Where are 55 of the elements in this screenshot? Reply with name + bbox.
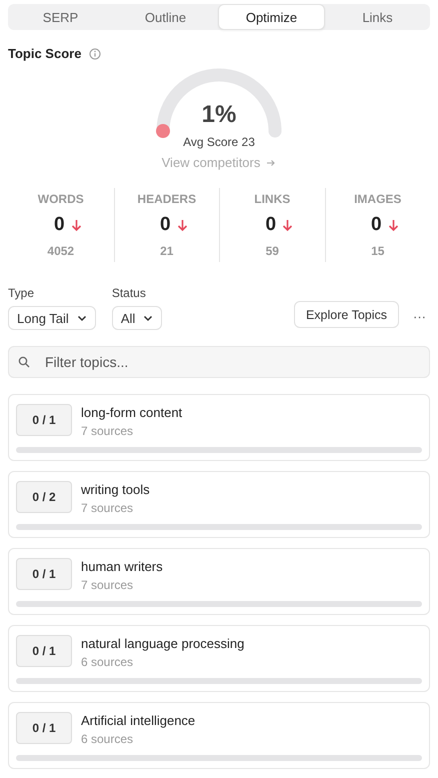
stat-target: 4052 xyxy=(47,244,74,258)
topic-card[interactable]: 0 / 2 writing tools 7 sources xyxy=(8,471,430,538)
stat-value: 0 xyxy=(370,214,382,236)
arrow-down-icon xyxy=(282,218,294,232)
stat-label: IMAGES xyxy=(354,192,402,206)
topic-sources: 7 sources xyxy=(81,578,134,592)
avg-score: Avg Score 23 xyxy=(183,135,255,149)
topic-count: 0 / 1 xyxy=(16,712,72,744)
topic-count: 0 / 1 xyxy=(16,558,72,590)
arrow-down-icon xyxy=(70,218,82,232)
arrow-down-icon xyxy=(388,218,399,232)
stat-value: 0 xyxy=(54,214,65,236)
stat-target: 59 xyxy=(266,244,279,258)
tab[interactable]: Outline xyxy=(113,4,218,30)
tab[interactable]: Optimize xyxy=(218,4,325,30)
stat-target: 15 xyxy=(371,244,384,258)
tab[interactable]: SERP xyxy=(8,4,113,30)
section-title: Topic Score xyxy=(8,46,82,61)
topic-count: 0 / 2 xyxy=(16,481,72,513)
explore-topics-button[interactable]: Explore Topics xyxy=(294,301,399,328)
chevron-down-icon xyxy=(76,314,87,322)
arrow-right-icon xyxy=(266,158,276,168)
search-field[interactable]: Filter topics... xyxy=(8,346,430,378)
arrow-down-icon xyxy=(176,218,188,232)
filter-label: Type xyxy=(8,286,36,300)
stat-value: 0 xyxy=(160,214,171,236)
topic-sources: 6 sources xyxy=(81,655,134,669)
topic-name: human writers xyxy=(81,559,163,574)
filter-dropdown[interactable]: All xyxy=(112,306,162,330)
search-icon xyxy=(18,356,30,368)
topic-name: Artificial intelligence xyxy=(81,713,196,728)
topic-sources: 7 sources xyxy=(81,424,134,438)
filter-dropdown[interactable]: Long Tail xyxy=(8,306,96,330)
topic-sources: 7 sources xyxy=(81,501,134,515)
info-icon[interactable] xyxy=(89,48,102,60)
topic-card[interactable]: 0 / 1 long-form content 7 sources xyxy=(8,394,430,461)
score-value: 1% xyxy=(202,101,236,130)
topic-sources: 6 sources xyxy=(81,732,134,746)
topic-card[interactable]: 0 / 1 natural language processing 6 sources xyxy=(8,625,430,692)
topic-card[interactable]: 0 / 1 Artificial intelligence 6 sources xyxy=(8,702,430,769)
tab[interactable]: Links xyxy=(325,4,430,30)
stat-label: WORDS xyxy=(38,192,84,206)
more-button[interactable]: ··· xyxy=(409,309,430,324)
stat-value: 0 xyxy=(265,214,276,236)
filter-label: Status xyxy=(112,286,147,300)
stat-target: 21 xyxy=(160,244,174,258)
topic-name: natural language processing xyxy=(81,636,244,651)
topic-name: long-form content xyxy=(81,405,182,420)
topic-count: 0 / 1 xyxy=(16,635,72,667)
topic-card[interactable]: 0 / 1 human writers 7 sources xyxy=(8,548,430,615)
stat-label: LINKS xyxy=(254,192,290,206)
topic-count: 0 / 1 xyxy=(16,404,72,436)
chevron-down-icon xyxy=(143,314,154,322)
stat-label: HEADERS xyxy=(137,192,196,206)
topic-name: writing tools xyxy=(81,482,150,497)
